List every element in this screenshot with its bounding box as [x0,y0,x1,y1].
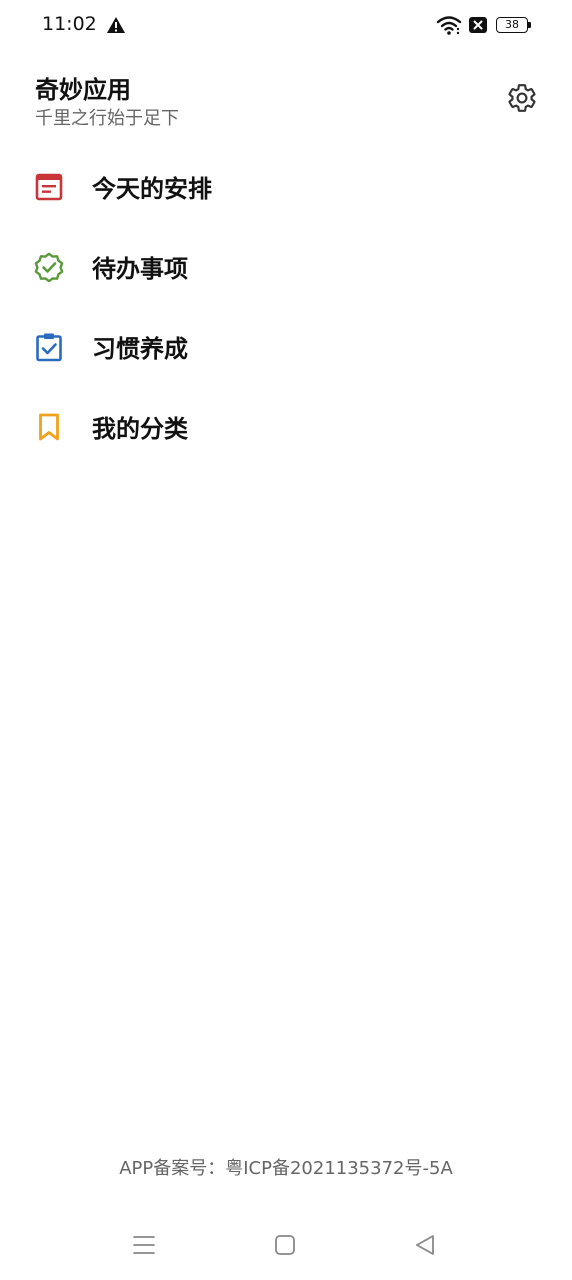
badge-check-icon [34,252,64,282]
menu-item-categories[interactable]: 我的分类 [0,386,572,466]
app-subtitle: 千里之行始于足下 [35,108,179,129]
menu-item-habits[interactable]: 习惯养成 [0,306,572,386]
calendar-note-icon [35,173,63,201]
battery-level: 38 [496,17,528,33]
menu-item-label: 待办事项 [92,255,188,283]
settings-button[interactable] [504,80,540,116]
menu-item-today[interactable]: 今天的安排 [0,146,572,226]
gear-icon [508,84,536,112]
app-title: 奇妙应用 [35,76,131,104]
home-icon[interactable] [272,1232,298,1258]
main-menu: 今天的安排 待办事项 习惯养成 我的分类 [0,146,572,466]
menu-item-label: 习惯养成 [92,335,188,363]
warning-icon [107,17,125,33]
battery-icon: 38 [496,15,532,35]
menu-item-todo[interactable]: 待办事项 [0,226,572,306]
wifi-icon [436,16,462,35]
menu-item-label: 今天的安排 [92,175,212,203]
menu-icon[interactable] [131,1232,157,1258]
status-bar: 11:02 38 [0,0,572,52]
bookmark-icon [39,413,59,441]
system-nav-bar [0,1220,572,1270]
clipboard-check-icon [36,333,62,362]
app-screen: 11:02 38 奇妙应用 千里之行始于足下 今天的安排 待办事项 习惯养成 我… [0,0,572,1280]
back-icon[interactable] [412,1232,438,1258]
icp-record-text[interactable]: APP备案号：粤ICP备2021135372号-5A [0,1154,572,1180]
sim-off-icon [469,17,487,33]
battery-tip [528,22,531,28]
menu-item-label: 我的分类 [92,415,188,443]
status-time: 11:02 [42,13,97,35]
